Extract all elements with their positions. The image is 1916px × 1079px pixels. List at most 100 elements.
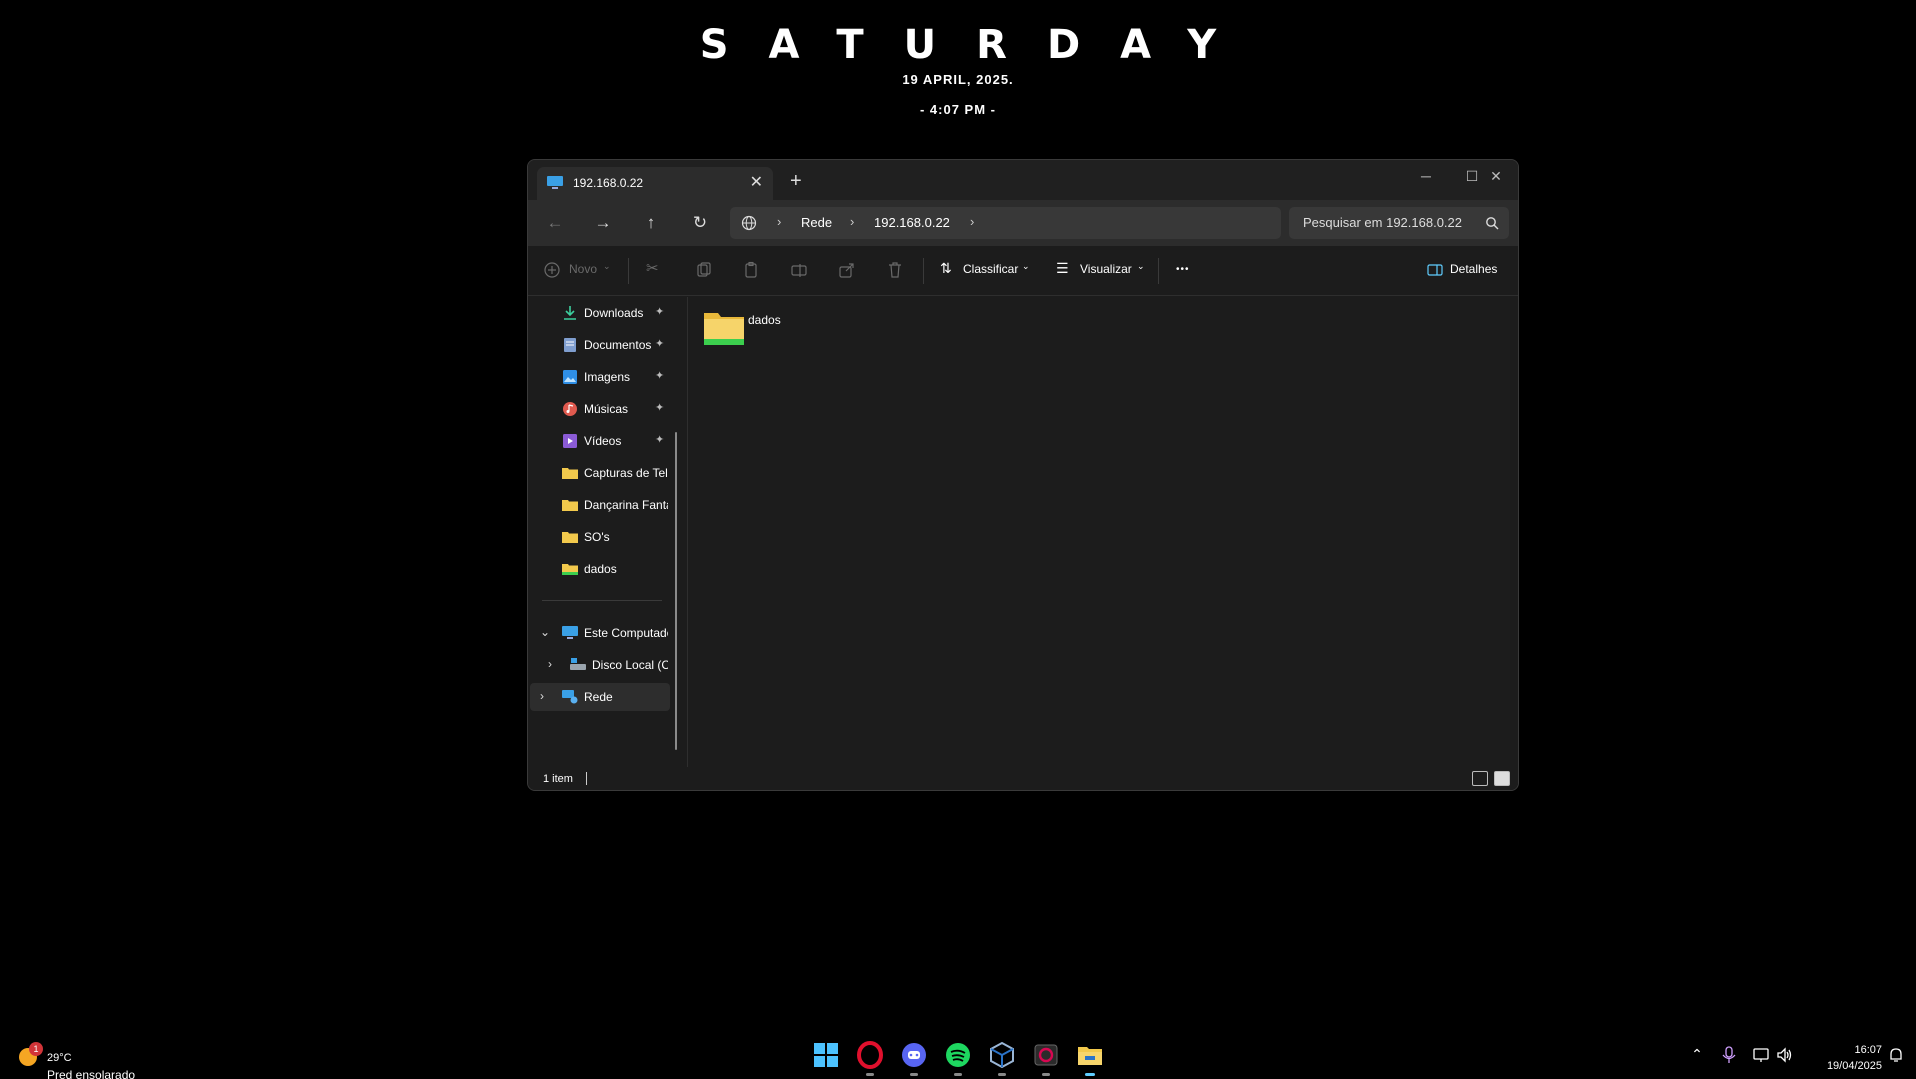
sort-icon: ⇅ (940, 260, 952, 276)
file-explorer-window: 192.168.0.22 ✕ + ─ ☐ ✕ ← → ↑ ↻ › Rede › … (527, 159, 1519, 791)
breadcrumb-chevron-icon[interactable]: › (850, 214, 854, 229)
chevron-right-icon[interactable]: › (540, 689, 544, 703)
tab-title: 192.168.0.22 (573, 176, 644, 190)
taskbar-app-opera[interactable] (855, 1040, 885, 1076)
view-button[interactable]: Visualizar (1080, 262, 1132, 276)
cut-icon[interactable]: ✂ (646, 259, 659, 277)
sidebar-item-dados[interactable]: dados (530, 555, 670, 583)
back-button[interactable]: ← (543, 213, 567, 233)
address-bar[interactable]: › Rede › 192.168.0.22 › (730, 207, 1281, 239)
taskbar-app-debian[interactable] (1031, 1040, 1061, 1076)
delete-icon[interactable] (886, 261, 904, 279)
running-indicator (1085, 1073, 1095, 1076)
sidebar-item-downloads[interactable]: Downloads ✦ (530, 299, 670, 327)
share-icon[interactable] (838, 261, 856, 279)
close-window-button[interactable]: ✕ (1476, 164, 1516, 188)
tiles-view-icon[interactable] (1494, 771, 1510, 786)
pin-icon: ✦ (655, 338, 665, 350)
new-button[interactable]: Novo (569, 262, 597, 276)
sidebar-item-imagens[interactable]: Imagens ✦ (530, 363, 670, 391)
sidebar-divider (542, 600, 662, 601)
computer-icon (562, 626, 578, 639)
running-indicator (866, 1073, 874, 1076)
microphone-icon[interactable] (1720, 1046, 1738, 1064)
pin-icon: ✦ (655, 402, 665, 414)
weather-widget[interactable]: 1 29°C Pred ensolarado (16, 1041, 176, 1079)
widget-time: - 4:07 PM - (919, 102, 996, 117)
up-button[interactable]: ↑ (639, 213, 663, 233)
network-folder-icon (562, 564, 578, 575)
image-icon (563, 370, 577, 384)
taskbar-clock[interactable]: 16:07 19/04/2025 (1806, 1042, 1882, 1074)
forward-button[interactable]: → (591, 213, 615, 233)
sidebar-item-label: Capturas de Tela (584, 466, 668, 480)
taskbar-app-file-explorer[interactable] (1075, 1040, 1105, 1076)
file-list: dados (688, 297, 1518, 767)
network-folder-icon (704, 313, 744, 345)
sort-button[interactable]: Classificar (963, 262, 1018, 276)
breadcrumb-192-168-0-22[interactable]: 192.168.0.22 (874, 215, 950, 230)
chevron-up-icon[interactable]: ⌃ (1688, 1046, 1706, 1064)
taskbar-app-discord[interactable] (899, 1040, 929, 1076)
sidebar-item-rede[interactable]: › Rede (530, 683, 670, 711)
details-pane-icon (1427, 264, 1443, 276)
debian-icon (1034, 1044, 1058, 1066)
running-indicator (910, 1073, 918, 1076)
sidebar-item-disco-local[interactable]: › Disco Local (C:) (530, 651, 670, 679)
file-item-dados[interactable]: dados (702, 309, 822, 353)
taskbar: 1 29°C Pred ensolarado ⌃ 16:07 19/04/202… (0, 1031, 1916, 1079)
opera-icon (857, 1041, 883, 1069)
sidebar-item-este-computador[interactable]: ⌄ Este Computador (530, 619, 670, 647)
breadcrumb-chevron-icon[interactable]: › (777, 214, 781, 229)
notification-badge: 1 (29, 1042, 43, 1056)
toolbar-separator (628, 258, 629, 284)
copy-icon[interactable] (694, 261, 712, 279)
download-icon (564, 306, 576, 320)
refresh-button[interactable]: ↻ (688, 213, 712, 233)
breadcrumb-chevron-icon[interactable]: › (970, 214, 974, 229)
clock-date: 19/04/2025 (1826, 1060, 1882, 1072)
tab-192-168-0-22[interactable]: 192.168.0.22 ✕ (537, 167, 773, 200)
search-icon[interactable] (1485, 216, 1499, 230)
folder-icon (562, 468, 578, 479)
new-tab-button[interactable]: + (790, 170, 802, 193)
sidebar-item-sos[interactable]: SO's (530, 523, 670, 551)
computer-icon (547, 176, 563, 189)
chevron-down-icon[interactable]: ⌄ (540, 625, 550, 639)
more-options-button[interactable]: ••• (1176, 264, 1190, 275)
minimize-button[interactable]: ─ (1406, 164, 1446, 188)
paste-icon[interactable] (742, 261, 760, 279)
sidebar-item-label: Este Computador (584, 626, 668, 640)
running-indicator (1042, 1073, 1050, 1076)
navigation-pane: Downloads ✦ Documentos ✦ Imagens ✦ Músic… (528, 297, 688, 743)
sidebar-scrollbar[interactable] (675, 432, 677, 750)
details-button[interactable]: Detalhes (1450, 262, 1497, 276)
network-status-icon[interactable] (1752, 1046, 1770, 1064)
sidebar-item-label: Disco Local (C:) (592, 658, 668, 672)
rename-icon[interactable] (790, 261, 808, 279)
sidebar-item-label: Rede (584, 690, 613, 704)
notification-bell-icon[interactable] (1887, 1046, 1905, 1064)
sidebar-item-capturas-de-tela[interactable]: Capturas de Tela (530, 459, 670, 487)
search-input[interactable] (1303, 215, 1483, 230)
sidebar-item-dancarina-fantasma[interactable]: Dançarina Fantasma (530, 491, 670, 519)
sidebar-item-documentos[interactable]: Documentos ✦ (530, 331, 670, 359)
virtualbox-icon (990, 1041, 1014, 1069)
music-icon (563, 402, 577, 416)
chevron-down-icon: ⌄ (603, 261, 611, 271)
search-box[interactable] (1289, 207, 1509, 239)
details-view-icon[interactable] (1472, 771, 1488, 786)
sidebar-item-videos[interactable]: Vídeos ✦ (530, 427, 670, 455)
running-indicator (998, 1073, 1006, 1076)
spotify-icon (946, 1043, 970, 1067)
taskbar-app-virtualbox[interactable] (987, 1040, 1017, 1076)
taskbar-app-spotify[interactable] (943, 1040, 973, 1076)
start-button[interactable] (811, 1040, 841, 1070)
pin-icon: ✦ (655, 370, 665, 382)
video-icon (563, 434, 577, 448)
chevron-right-icon[interactable]: › (548, 657, 552, 671)
volume-icon[interactable] (1776, 1046, 1794, 1064)
sidebar-item-musicas[interactable]: Músicas ✦ (530, 395, 670, 423)
tab-close-button[interactable]: ✕ (750, 172, 763, 192)
breadcrumb-rede[interactable]: Rede (801, 215, 832, 230)
